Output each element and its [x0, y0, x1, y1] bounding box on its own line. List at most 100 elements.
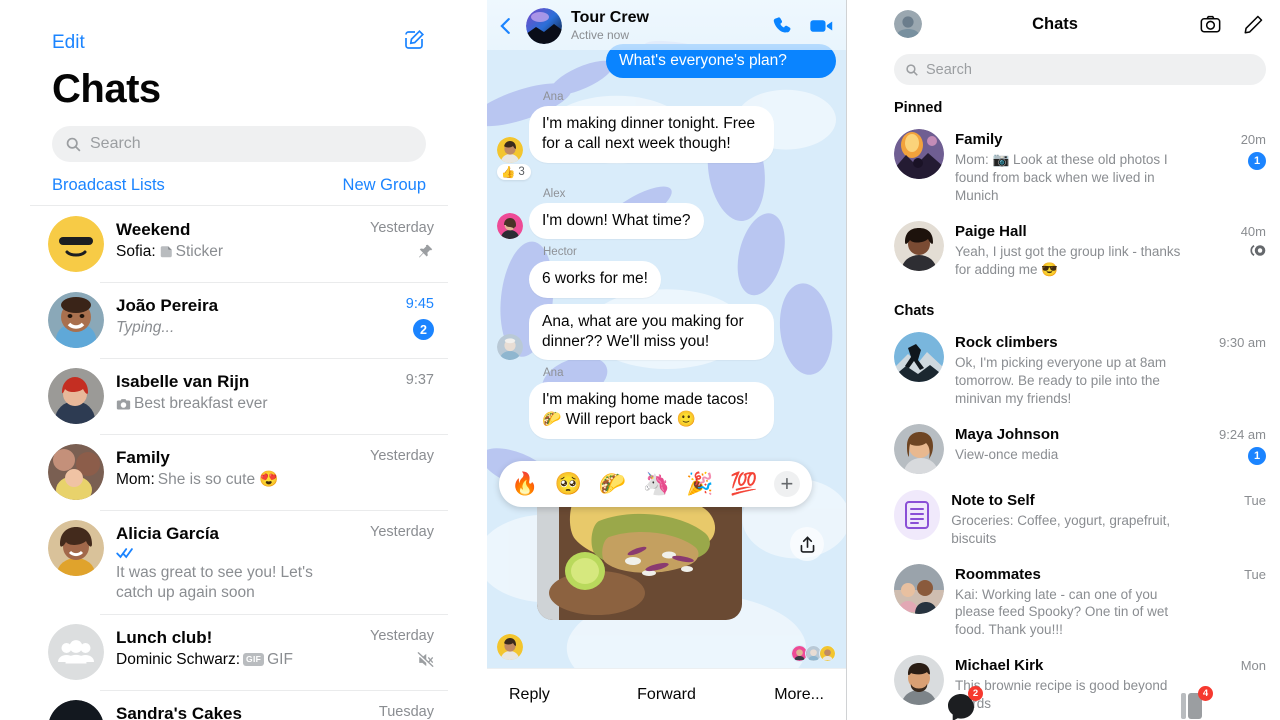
reaction-picker[interactable]: 🔥 🥺 🌮 🦄 🎉 💯 +: [499, 461, 812, 507]
add-reaction-button[interactable]: +: [773, 471, 800, 497]
list-item[interactable]: Roommates Kai: Working late - can one of…: [880, 557, 1280, 649]
timestamp: Yesterday: [370, 524, 434, 540]
message-row: I'm making dinner tonight. Free for a ca…: [497, 106, 836, 163]
search-input[interactable]: Search: [894, 54, 1266, 85]
reaction-count: 3: [518, 165, 525, 178]
timestamp: Yesterday: [370, 448, 434, 464]
camera-icon: [116, 398, 131, 410]
reaction-option-unicorn[interactable]: 🦄: [642, 473, 669, 495]
message-bubble-incoming[interactable]: I'm making home made tacos!🌮 Will report…: [529, 382, 774, 439]
chats-panel: Chats Search Pinned Family Mom: 📷 Look a…: [880, 0, 1280, 720]
timestamp: Mon: [1240, 658, 1266, 674]
list-item[interactable]: Lunch club! Dominic Schwarz: GIF GIF Yes…: [30, 613, 448, 690]
chat-snippet: Yeah, I just got the group link - thanks…: [955, 243, 1181, 277]
group-avatar[interactable]: [526, 8, 562, 44]
message-action-bar: Reply Forward More...: [487, 668, 846, 720]
unread-badge: 1: [1248, 446, 1266, 465]
chat-snippet: Mom: She is so cute 😍: [116, 470, 348, 490]
pencil-icon[interactable]: [1243, 14, 1264, 35]
back-chevron-icon[interactable]: [495, 15, 517, 37]
snippet-prefix: Dominic Schwarz:: [116, 650, 241, 668]
group-status: Active now: [571, 27, 630, 42]
reaction-option-hundred[interactable]: 💯: [730, 473, 757, 495]
new-group-link[interactable]: New Group: [343, 176, 426, 195]
group-name: Tour Crew: [571, 9, 649, 27]
reaction-option-fire[interactable]: 🔥: [511, 473, 538, 495]
list-item[interactable]: Sandra's Cakes It will be ready on Thurs…: [30, 689, 448, 720]
share-button[interactable]: [790, 527, 824, 561]
message-sender: Ana: [543, 367, 564, 380]
bottom-tab-bar: 2 4: [880, 684, 1280, 720]
message-bubble-incoming[interactable]: I'm making dinner tonight. Free for a ca…: [529, 106, 774, 163]
phone-icon[interactable]: [772, 15, 794, 37]
conversation-panel: Tour Crew Active now What's everyone's p…: [487, 0, 847, 720]
list-item[interactable]: Maya Johnson View-once media 9:24 am 1: [880, 417, 1280, 483]
seen-by-avatars: [791, 645, 836, 662]
message-row: 6 works for me!: [497, 261, 836, 299]
chat-list-links: Broadcast Lists New Group: [30, 162, 448, 205]
chat-snippet: Typing...: [116, 318, 348, 338]
message-bubble-incoming[interactable]: 6 works for me!: [529, 261, 661, 299]
avatar: [894, 423, 944, 474]
reaction-option-pleading[interactable]: 🥺: [555, 473, 582, 495]
reaction-option-taco[interactable]: 🌮: [599, 473, 626, 495]
timestamp: 9:45: [405, 296, 434, 312]
list-item[interactable]: Alicia García It was great to see you! L…: [30, 510, 448, 614]
conversation-header: Tour Crew Active now: [487, 0, 846, 50]
read-receipt-icon: [116, 548, 133, 559]
timestamp: 20m: [1240, 132, 1266, 147]
reply-button[interactable]: Reply: [487, 686, 614, 704]
chat-snippet: Groceries: Coffee, yogurt, grapefruit, b…: [951, 512, 1171, 546]
more-button[interactable]: More...: [719, 686, 846, 704]
message-reaction[interactable]: 👍 3: [497, 163, 531, 180]
message-bubble-incoming[interactable]: Ana, what are you making for dinner?? We…: [529, 304, 774, 361]
snippet-text: It was great to see you! Let's catch up …: [116, 564, 313, 602]
page-title: Chats: [1032, 14, 1078, 33]
camera-icon[interactable]: [1200, 14, 1221, 35]
timestamp: Tuesday: [378, 703, 434, 720]
reaction-option-party[interactable]: 🎉: [686, 473, 713, 495]
group-title-block: Tour Crew Active now: [571, 9, 757, 42]
list-item[interactable]: Isabelle van Rijn Best breakfast ever 9:…: [30, 358, 448, 434]
message-sender: Alex: [543, 187, 566, 200]
message-row: Ana, what are you making for dinner?? We…: [497, 304, 836, 361]
chat-name: Sandra's Cakes: [116, 703, 242, 720]
broadcast-lists-link[interactable]: Broadcast Lists: [52, 176, 165, 195]
timestamp: Yesterday: [370, 627, 434, 644]
list-item[interactable]: João Pereira Typing... 9:45 2: [30, 282, 448, 358]
sticker-icon: [160, 246, 172, 258]
chat-name: Roommates: [955, 565, 1041, 583]
timestamp: 9:30 am: [1219, 334, 1266, 350]
chat-name: Weekend: [116, 220, 191, 239]
message-bubble-incoming[interactable]: I'm down! What time?: [529, 202, 704, 240]
chat-snippet: Sofia: Sticker: [116, 242, 348, 262]
edit-button[interactable]: Edit: [52, 32, 85, 54]
compose-icon[interactable]: [402, 28, 426, 57]
list-item[interactable]: Family Mom: She is so cute 😍 Yesterday: [30, 434, 448, 510]
list-item[interactable]: Family Mom: 📷 Look at these old photos I…: [880, 122, 1280, 214]
avatar: [497, 136, 523, 163]
chat-name: Family: [116, 448, 170, 467]
forward-button[interactable]: Forward: [614, 686, 719, 704]
video-camera-icon[interactable]: [809, 15, 834, 37]
chat-name: Family: [955, 131, 1003, 148]
chat-snippet: It was great to see you! Let's catch up …: [116, 546, 348, 603]
list-item[interactable]: Paige Hall Yeah, I just got the group li…: [880, 214, 1280, 288]
list-item[interactable]: Rock climbers Ok, I'm picking everyone u…: [880, 325, 1280, 417]
chat-snippet: Ok, I'm picking everyone up at 8am tomor…: [955, 354, 1167, 406]
avatar[interactable]: [894, 10, 922, 38]
chat-name: Note to Self: [951, 491, 1035, 509]
chat-name: Paige Hall: [955, 222, 1027, 240]
chat-list-topbar: Edit: [30, 0, 448, 57]
search-icon: [66, 137, 81, 151]
search-input[interactable]: Search: [52, 126, 426, 162]
snippet-text: Typing...: [116, 319, 175, 337]
chat-name: Alicia García: [116, 524, 220, 543]
section-header-chats: Chats: [894, 302, 935, 319]
section-header-pinned: Pinned: [894, 100, 943, 116]
list-item[interactable]: Weekend Sofia: Sticker Yesterday: [30, 206, 448, 282]
chat-snippet: Kai: Working late - can one of you pleas…: [955, 586, 1169, 638]
list-item[interactable]: Note to Self Groceries: Coffee, yogurt, …: [880, 483, 1280, 557]
snippet-prefix: Sofia:: [116, 243, 156, 261]
avatar: [497, 213, 523, 240]
